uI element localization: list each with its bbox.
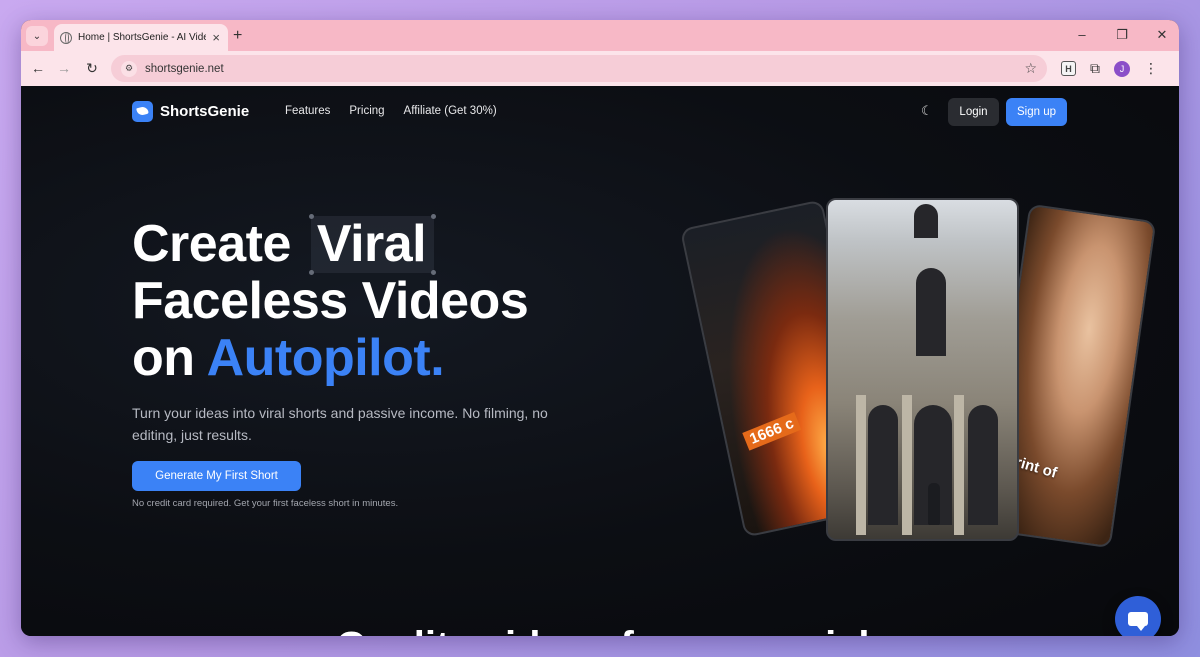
resize-handle [431, 214, 437, 219]
reload-icon[interactable]: ↻ [83, 60, 101, 77]
url-text[interactable]: shortsgenie.net [145, 63, 1024, 75]
hero-note: No credit card required. Get your first … [132, 498, 399, 509]
chat-bubble-icon [1128, 612, 1148, 631]
ruin-window [914, 204, 938, 238]
site-nav: ShortsGenie Features Pricing Affiliate (… [21, 86, 1179, 138]
section-title: Quality videos for every niche [336, 624, 905, 636]
new-tab-button[interactable]: + [233, 27, 242, 45]
headline-on: on [132, 329, 195, 387]
nav-link-affiliate[interactable]: Affiliate (Get 30%) [404, 105, 497, 117]
ruin-window [916, 268, 946, 356]
window-controls: – ❐ ✕ [1075, 27, 1169, 43]
brand-name: ShortsGenie [160, 103, 250, 120]
brand-logo[interactable]: ShortsGenie [132, 101, 249, 122]
headline-create: Create [132, 215, 291, 273]
globe-icon [60, 31, 72, 44]
headline-viral-highlight: Viral [308, 214, 437, 275]
hero-subtitle: Turn your ideas into viral shorts and pa… [132, 405, 548, 443]
card-caption-right: rint of [1013, 453, 1059, 482]
web-page: ShortsGenie Features Pricing Affiliate (… [21, 86, 1179, 636]
back-arrow-icon[interactable]: ← [29, 60, 47, 76]
menu-kebab-icon[interactable]: ⋮ [1144, 60, 1158, 77]
browser-window: ⌄ Home | ShortsGenie - AI Video × + – ❐ … [21, 20, 1179, 636]
chat-widget-button[interactable] [1115, 596, 1161, 636]
ruin-arch [968, 405, 998, 525]
close-tab-icon[interactable]: × [212, 30, 220, 45]
headline-line2: Faceless Videos [132, 272, 529, 330]
signup-button[interactable]: Sign up [1006, 98, 1067, 126]
tab-search-button[interactable]: ⌄ [26, 26, 48, 46]
bookmark-star-icon[interactable]: ☆ [1024, 60, 1037, 77]
resize-handle [308, 270, 314, 275]
tab-title: Home | ShortsGenie - AI Video [78, 32, 207, 43]
nav-link-pricing[interactable]: Pricing [349, 105, 384, 117]
address-bar[interactable]: ⚙ shortsgenie.net ☆ [111, 55, 1047, 82]
headline-autopilot: Autopilot. [206, 329, 445, 387]
tab-home[interactable]: Home | ShortsGenie - AI Video × [54, 24, 228, 51]
video-card-ruins [826, 198, 1019, 541]
forward-arrow-icon[interactable]: → [55, 60, 73, 76]
genie-logo-icon [132, 101, 153, 122]
nav-links: Features Pricing Affiliate (Get 30%) [285, 105, 497, 117]
toolbar-right: H ⧉ J ⋮ [1061, 60, 1158, 77]
login-button[interactable]: Login [948, 98, 999, 126]
extension-h-icon[interactable]: H [1061, 61, 1076, 76]
chevron-down-icon: ⌄ [32, 30, 42, 42]
extensions-puzzle-icon[interactable]: ⧉ [1090, 60, 1100, 77]
ruin-column [856, 395, 866, 535]
ruin-column [902, 395, 912, 535]
generate-short-button[interactable]: Generate My First Short [132, 461, 301, 491]
close-window-icon[interactable]: ✕ [1155, 27, 1169, 43]
person-figure [928, 483, 940, 525]
minimize-icon[interactable]: – [1075, 27, 1089, 43]
resize-handle [308, 214, 314, 219]
hero-headline: Create Viral Faceless Videos on Autopilo… [132, 214, 529, 387]
tab-strip: ⌄ Home | ShortsGenie - AI Video × + – ❐ … [21, 20, 1179, 51]
profile-avatar[interactable]: J [1114, 60, 1130, 77]
card-caption-left: 1666 c [742, 412, 802, 451]
restore-icon[interactable]: ❐ [1115, 27, 1129, 43]
ruin-arch [868, 405, 898, 525]
browser-toolbar: ← → ↻ ⚙ shortsgenie.net ☆ H ⧉ J ⋮ [21, 51, 1179, 86]
nav-link-features[interactable]: Features [285, 105, 330, 117]
ruin-column [954, 395, 964, 535]
headline-viral: Viral [316, 215, 427, 273]
site-info-icon[interactable]: ⚙ [121, 60, 137, 77]
moon-icon[interactable]: ☾ [921, 103, 935, 118]
